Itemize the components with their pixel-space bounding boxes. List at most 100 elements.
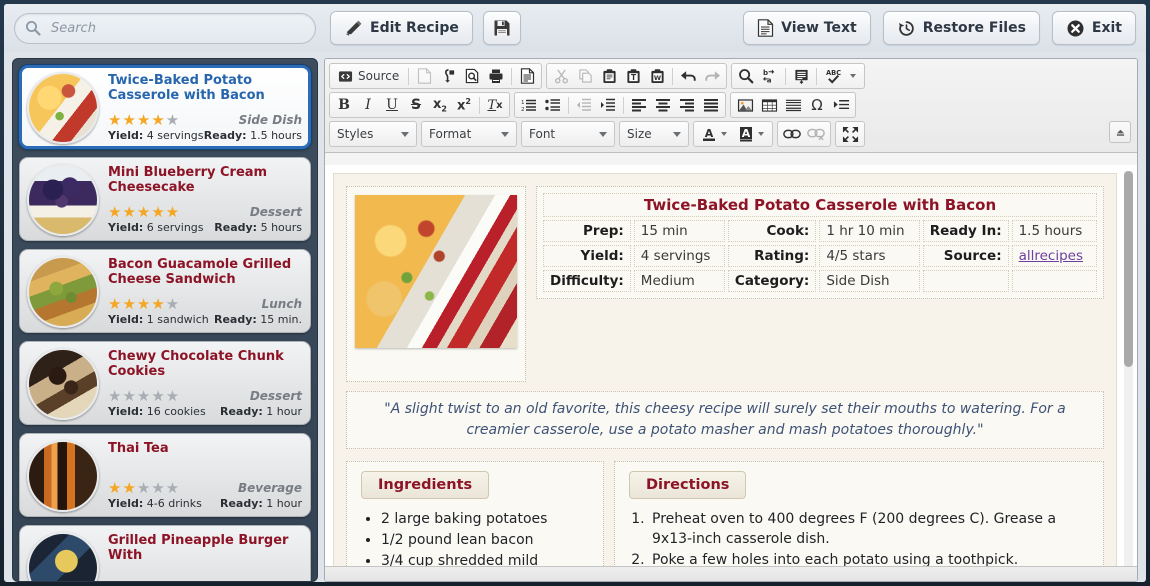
floppy-disk-icon	[493, 19, 511, 37]
collapse-toolbar-icon	[1115, 128, 1126, 137]
svg-text:A: A	[705, 127, 714, 140]
recipe-thumbnail	[27, 256, 99, 328]
restore-files-button[interactable]: Restore Files	[883, 11, 1040, 45]
font-dropdown[interactable]: Font	[521, 121, 615, 147]
recipe-yield: Yield: 4-6 drinks	[108, 497, 202, 510]
paste-word-icon[interactable]: W	[645, 65, 669, 87]
subscript-icon[interactable]: x2	[428, 94, 452, 116]
recipe-list-sidebar[interactable]: Twice-Baked Potato Casserole with Bacon …	[12, 58, 318, 582]
document-icon[interactable]	[515, 65, 539, 87]
collapse-toolbar-button[interactable]	[1109, 121, 1131, 143]
exit-button[interactable]: Exit	[1052, 11, 1136, 45]
edit-recipe-button[interactable]: Edit Recipe	[330, 11, 473, 45]
recipe-yield: Yield: 1 sandwich	[108, 313, 209, 326]
source-label: Source:	[923, 245, 1009, 267]
recipe-ready: Ready: 1 hour	[220, 405, 302, 418]
select-all-icon[interactable]	[789, 65, 813, 87]
prep-value: 15 min	[634, 220, 725, 242]
ckeditor-toolbar: Source	[325, 59, 1137, 153]
bold-icon[interactable]: B	[332, 94, 356, 116]
svg-text:a: a	[766, 76, 771, 84]
indent-icon[interactable]	[596, 94, 620, 116]
edit-controls: Edit Recipe	[330, 11, 521, 45]
horizontal-rule-icon[interactable]	[781, 94, 805, 116]
align-center-icon[interactable]	[651, 94, 675, 116]
preview-icon[interactable]	[460, 65, 484, 87]
align-left-icon[interactable]	[627, 94, 651, 116]
list-item[interactable]: Grilled Pineapple Burger With	[19, 525, 311, 582]
recipe-document[interactable]: Twice-Baked Potato Casserole with Bacon …	[333, 173, 1117, 581]
colors-group: A A	[693, 121, 773, 147]
remove-format-icon[interactable]: Tx	[483, 94, 507, 116]
copy-icon[interactable]	[573, 65, 597, 87]
size-dropdown[interactable]: Size	[619, 121, 689, 147]
unlink-icon[interactable]	[804, 123, 828, 145]
list-item[interactable]: Chewy Chocolate Chunk Cookies ★★★★★ Dess…	[19, 341, 311, 425]
align-right-icon[interactable]	[675, 94, 699, 116]
background-color-icon: A	[739, 126, 753, 142]
recipe-category: Dessert	[250, 389, 302, 403]
view-text-button[interactable]: View Text	[743, 11, 871, 45]
list-item[interactable]: Bacon Guacamole Grilled Cheese Sandwich …	[19, 249, 311, 333]
styles-dropdown[interactable]: Styles	[329, 121, 417, 147]
rating-value: 4/5 stars	[819, 245, 919, 267]
list-item: Preheat oven to 400 degrees F (200 degre…	[649, 509, 1093, 549]
print-icon[interactable]	[484, 65, 508, 87]
page-break-icon[interactable]	[829, 94, 853, 116]
image-icon[interactable]	[733, 94, 757, 116]
recipe-title: Chewy Chocolate Chunk Cookies	[108, 349, 302, 379]
paste-text-icon[interactable]: T	[621, 65, 645, 87]
list-item[interactable]: Twice-Baked Potato Casserole with Bacon …	[19, 65, 311, 149]
restore-files-label: Restore Files	[923, 20, 1026, 36]
list-item[interactable]: Mini Blueberry Cream Cheesecake ★★★★★ De…	[19, 157, 311, 241]
edit-recipe-label: Edit Recipe	[370, 20, 459, 36]
category-value: Side Dish	[819, 270, 919, 292]
editor-content-area[interactable]: Twice-Baked Potato Casserole with Bacon …	[325, 165, 1137, 581]
global-actions: View Text Restore Files	[743, 11, 1136, 45]
paste-icon[interactable]	[597, 65, 621, 87]
special-char-icon[interactable]: Ω	[805, 94, 829, 116]
link-icon[interactable]	[780, 123, 804, 145]
spellcheck-button[interactable]: ABC	[820, 65, 862, 87]
justify-icon[interactable]	[699, 94, 723, 116]
underline-icon[interactable]: U	[380, 94, 404, 116]
bg-color-button[interactable]: A	[733, 123, 770, 145]
recipe-thumbnail	[27, 72, 99, 144]
recipe-description: "A slight twist to an old favorite, this…	[346, 391, 1104, 449]
undo-icon[interactable]	[676, 65, 700, 87]
outdent-icon[interactable]	[572, 94, 596, 116]
category-label: Category:	[728, 270, 816, 292]
recipe-doc-title: Twice-Baked Potato Casserole with Bacon	[543, 193, 1097, 217]
divider	[408, 68, 409, 85]
numbered-list-icon[interactable]: 12	[517, 94, 541, 116]
recipe-editor-panel: Source	[324, 58, 1138, 582]
save-button[interactable]	[483, 11, 521, 45]
templates-icon[interactable]	[436, 65, 460, 87]
list-item[interactable]: Thai Tea ★★★★★ Beverage Yield: 4-6 drink…	[19, 433, 311, 517]
editor-status-bar	[325, 566, 1137, 581]
recipe-thumbnail	[27, 532, 99, 582]
bulleted-list-icon[interactable]	[541, 94, 565, 116]
table-icon[interactable]	[757, 94, 781, 116]
editor-scrollbar-thumb[interactable]	[1124, 171, 1133, 367]
search-input[interactable]	[14, 13, 316, 44]
source-button[interactable]: Source	[332, 65, 405, 87]
maximize-icon[interactable]	[838, 123, 862, 145]
close-circle-icon	[1066, 19, 1085, 38]
rating-stars: ★★★★★	[108, 389, 180, 404]
replace-icon[interactable]: ba	[758, 65, 782, 87]
search-box[interactable]	[14, 13, 316, 44]
find-icon[interactable]	[734, 65, 758, 87]
recipe-yield: Yield: 6 servings	[108, 221, 204, 234]
chevron-down-icon	[599, 132, 607, 137]
text-color-button[interactable]: A	[696, 123, 733, 145]
new-page-icon[interactable]	[412, 65, 436, 87]
italic-icon[interactable]: I	[356, 94, 380, 116]
cut-icon[interactable]	[549, 65, 573, 87]
strikethrough-icon[interactable]: S	[404, 94, 428, 116]
format-dropdown[interactable]: Format	[421, 121, 517, 147]
source-link[interactable]: allrecipes	[1019, 248, 1083, 264]
superscript-icon[interactable]: x2	[452, 94, 476, 116]
toolbar-row-3: Styles Format Font Size	[329, 121, 1133, 147]
redo-icon[interactable]	[700, 65, 724, 87]
